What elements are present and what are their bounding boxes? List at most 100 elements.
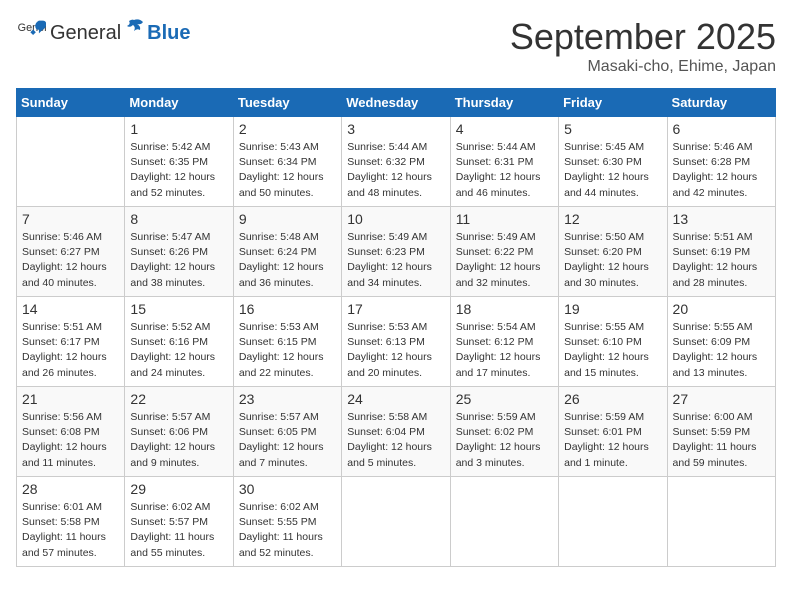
calendar-cell: 13 Sunrise: 5:51 AMSunset: 6:19 PMDayligh… <box>667 207 775 297</box>
calendar-cell: 20 Sunrise: 5:55 AMSunset: 6:09 PMDayligh… <box>667 297 775 387</box>
day-info: Sunrise: 5:42 AMSunset: 6:35 PMDaylight:… <box>130 140 227 201</box>
day-info: Sunrise: 5:59 AMSunset: 6:01 PMDaylight:… <box>564 410 661 471</box>
calendar-cell: 9 Sunrise: 5:48 AMSunset: 6:24 PMDaylight… <box>233 207 341 297</box>
day-number: 23 <box>239 391 336 407</box>
day-number: 12 <box>564 211 661 227</box>
day-number: 25 <box>456 391 553 407</box>
calendar-cell: 30 Sunrise: 6:02 AMSunset: 5:55 PMDayligh… <box>233 477 341 567</box>
day-info: Sunrise: 5:49 AMSunset: 6:22 PMDaylight:… <box>456 230 553 291</box>
calendar-cell: 3 Sunrise: 5:44 AMSunset: 6:32 PMDaylight… <box>342 117 450 207</box>
calendar-week-3: 14 Sunrise: 5:51 AMSunset: 6:17 PMDayligh… <box>17 297 776 387</box>
calendar-cell <box>450 477 558 567</box>
day-info: Sunrise: 5:50 AMSunset: 6:20 PMDaylight:… <box>564 230 661 291</box>
day-info: Sunrise: 5:52 AMSunset: 6:16 PMDaylight:… <box>130 320 227 381</box>
calendar-cell: 24 Sunrise: 5:58 AMSunset: 6:04 PMDayligh… <box>342 387 450 477</box>
calendar-cell <box>667 477 775 567</box>
day-info: Sunrise: 5:47 AMSunset: 6:26 PMDaylight:… <box>130 230 227 291</box>
calendar-cell <box>559 477 667 567</box>
calendar-cell: 7Sunrise: 5:46 AMSunset: 6:27 PMDaylight… <box>17 207 125 297</box>
day-info: Sunrise: 5:54 AMSunset: 6:12 PMDaylight:… <box>456 320 553 381</box>
calendar-cell: 8 Sunrise: 5:47 AMSunset: 6:26 PMDaylight… <box>125 207 233 297</box>
calendar-cell: 29Sunrise: 6:02 AMSunset: 5:57 PMDayligh… <box>125 477 233 567</box>
day-info: Sunrise: 6:01 AMSunset: 5:58 PMDaylight:… <box>22 500 119 561</box>
day-info: Sunrise: 5:48 AMSunset: 6:24 PMDaylight:… <box>239 230 336 291</box>
calendar-cell: 18Sunrise: 5:54 AMSunset: 6:12 PMDayligh… <box>450 297 558 387</box>
calendar-week-5: 28 Sunrise: 6:01 AMSunset: 5:58 PMDayligh… <box>17 477 776 567</box>
day-number: 13 <box>673 211 770 227</box>
day-number: 30 <box>239 481 336 497</box>
day-number: 4 <box>456 121 553 137</box>
calendar-cell: 16Sunrise: 5:53 AMSunset: 6:15 PMDayligh… <box>233 297 341 387</box>
day-info: Sunrise: 5:49 AMSunset: 6:23 PMDaylight:… <box>347 230 444 291</box>
calendar-cell: 11 Sunrise: 5:49 AMSunset: 6:22 PMDayligh… <box>450 207 558 297</box>
day-number: 14 <box>22 301 119 317</box>
page-header: General General Blue September 2025 Masa… <box>16 16 776 76</box>
calendar-cell: 15 Sunrise: 5:52 AMSunset: 6:16 PMDayligh… <box>125 297 233 387</box>
logo-general: General <box>50 22 121 45</box>
calendar-cell: 4 Sunrise: 5:44 AMSunset: 6:31 PMDaylight… <box>450 117 558 207</box>
day-number: 20 <box>673 301 770 317</box>
calendar-week-4: 21 Sunrise: 5:56 AMSunset: 6:08 PMDayligh… <box>17 387 776 477</box>
calendar-cell: 10Sunrise: 5:49 AMSunset: 6:23 PMDayligh… <box>342 207 450 297</box>
day-info: Sunrise: 5:57 AMSunset: 6:06 PMDaylight:… <box>130 410 227 471</box>
calendar-cell: 23 Sunrise: 5:57 AMSunset: 6:05 PMDayligh… <box>233 387 341 477</box>
day-number: 15 <box>130 301 227 317</box>
calendar-cell: 14 Sunrise: 5:51 AMSunset: 6:17 PMDayligh… <box>17 297 125 387</box>
day-info: Sunrise: 6:02 AMSunset: 5:55 PMDaylight:… <box>239 500 336 561</box>
logo: General General Blue <box>16 16 191 46</box>
day-number: 9 <box>239 211 336 227</box>
logo-icon: General <box>16 16 46 46</box>
calendar-cell: 6 Sunrise: 5:46 AMSunset: 6:28 PMDaylight… <box>667 117 775 207</box>
day-number: 6 <box>673 121 770 137</box>
calendar-cell: 27 Sunrise: 6:00 AMSunset: 5:59 PMDayligh… <box>667 387 775 477</box>
day-number: 17 <box>347 301 444 317</box>
logo-bird-icon <box>123 17 145 39</box>
calendar-table: SundayMondayTuesdayWednesdayThursdayFrid… <box>16 88 776 567</box>
calendar-cell: 12 Sunrise: 5:50 AMSunset: 6:20 PMDayligh… <box>559 207 667 297</box>
calendar-cell: 22 Sunrise: 5:57 AMSunset: 6:06 PMDayligh… <box>125 387 233 477</box>
day-info: Sunrise: 5:44 AMSunset: 6:32 PMDaylight:… <box>347 140 444 201</box>
day-info: Sunrise: 5:55 AMSunset: 6:10 PMDaylight:… <box>564 320 661 381</box>
day-number: 26 <box>564 391 661 407</box>
calendar-cell: 26 Sunrise: 5:59 AMSunset: 6:01 PMDayligh… <box>559 387 667 477</box>
day-number: 21 <box>22 391 119 407</box>
calendar-week-1: 1 Sunrise: 5:42 AMSunset: 6:35 PMDaylight… <box>17 117 776 207</box>
day-number: 24 <box>347 391 444 407</box>
day-number: 11 <box>456 211 553 227</box>
calendar-cell: 1 Sunrise: 5:42 AMSunset: 6:35 PMDaylight… <box>125 117 233 207</box>
title-block: September 2025 Masaki-cho, Ehime, Japan <box>510 16 776 76</box>
weekday-header-wednesday: Wednesday <box>342 89 450 117</box>
weekday-header-sunday: Sunday <box>17 89 125 117</box>
day-info: Sunrise: 6:00 AMSunset: 5:59 PMDaylight:… <box>673 410 770 471</box>
calendar-cell: 25 Sunrise: 5:59 AMSunset: 6:02 PMDayligh… <box>450 387 558 477</box>
weekday-header-tuesday: Tuesday <box>233 89 341 117</box>
day-info: Sunrise: 5:53 AMSunset: 6:13 PMDaylight:… <box>347 320 444 381</box>
calendar-cell <box>342 477 450 567</box>
day-info: Sunrise: 5:44 AMSunset: 6:31 PMDaylight:… <box>456 140 553 201</box>
calendar-week-2: 7Sunrise: 5:46 AMSunset: 6:27 PMDaylight… <box>17 207 776 297</box>
calendar-cell: 21 Sunrise: 5:56 AMSunset: 6:08 PMDayligh… <box>17 387 125 477</box>
day-number: 27 <box>673 391 770 407</box>
month-title: September 2025 <box>510 16 776 58</box>
day-info: Sunrise: 5:51 AMSunset: 6:19 PMDaylight:… <box>673 230 770 291</box>
weekday-header-row: SundayMondayTuesdayWednesdayThursdayFrid… <box>17 89 776 117</box>
day-number: 28 <box>22 481 119 497</box>
day-number: 3 <box>347 121 444 137</box>
day-info: Sunrise: 5:59 AMSunset: 6:02 PMDaylight:… <box>456 410 553 471</box>
day-number: 5 <box>564 121 661 137</box>
day-info: Sunrise: 5:56 AMSunset: 6:08 PMDaylight:… <box>22 410 119 471</box>
day-number: 8 <box>130 211 227 227</box>
logo-text-block: General Blue <box>50 17 191 45</box>
day-info: Sunrise: 5:58 AMSunset: 6:04 PMDaylight:… <box>347 410 444 471</box>
logo-blue: Blue <box>147 22 190 45</box>
day-info: Sunrise: 5:57 AMSunset: 6:05 PMDaylight:… <box>239 410 336 471</box>
calendar-cell: 19Sunrise: 5:55 AMSunset: 6:10 PMDayligh… <box>559 297 667 387</box>
weekday-header-friday: Friday <box>559 89 667 117</box>
day-info: Sunrise: 5:51 AMSunset: 6:17 PMDaylight:… <box>22 320 119 381</box>
day-number: 16 <box>239 301 336 317</box>
weekday-header-thursday: Thursday <box>450 89 558 117</box>
day-info: Sunrise: 5:46 AMSunset: 6:28 PMDaylight:… <box>673 140 770 201</box>
day-number: 22 <box>130 391 227 407</box>
day-number: 1 <box>130 121 227 137</box>
day-info: Sunrise: 5:55 AMSunset: 6:09 PMDaylight:… <box>673 320 770 381</box>
